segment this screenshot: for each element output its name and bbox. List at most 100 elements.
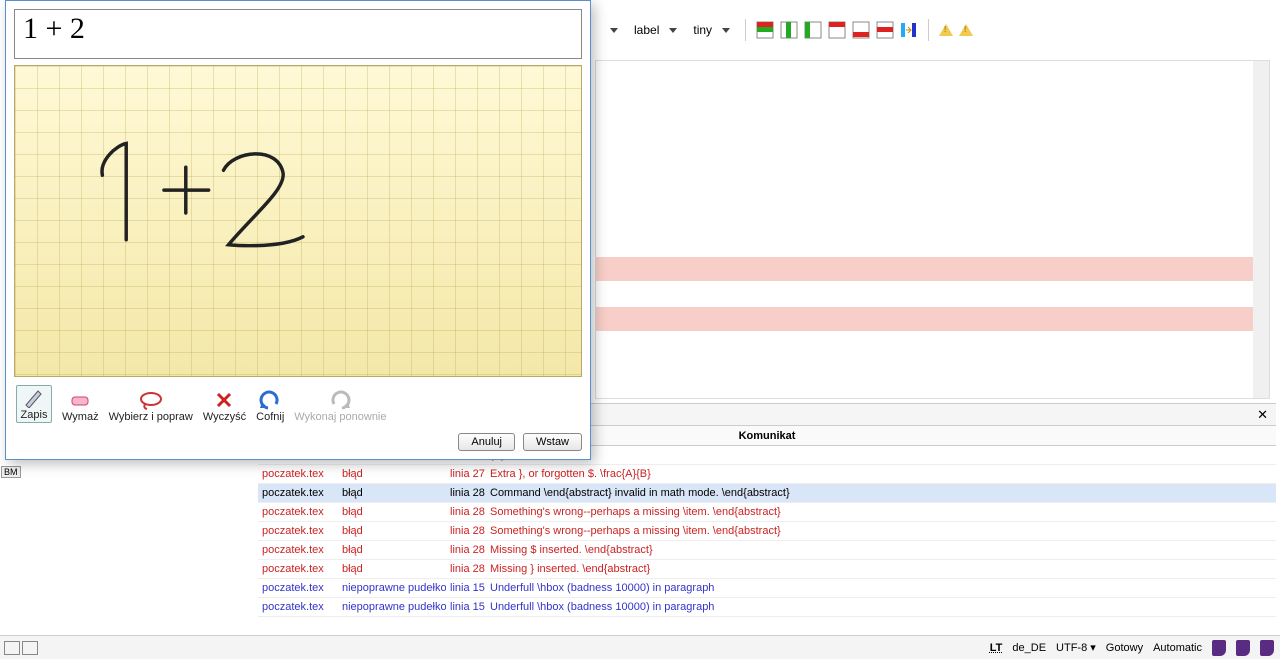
insert-button[interactable]: Wstaw [523, 433, 582, 451]
cell-msg: Underfull \hbox (badness 10000) in parag… [486, 582, 1276, 594]
toolbar-combo-size[interactable]: tiny [688, 22, 735, 38]
tool-label: Wymaż [62, 411, 99, 423]
highlight-line [596, 307, 1253, 331]
table-row[interactable]: poczatek.texbłądlinia 27Extra }, or forg… [258, 465, 1276, 484]
cell-type: niepoprawne pudełko [338, 582, 446, 594]
cell-type: błąd [338, 525, 446, 537]
warning-triangle-icon[interactable] [959, 24, 973, 36]
cell-type: błąd [338, 506, 446, 518]
layout-toggle-icon[interactable] [4, 641, 20, 655]
layout-toggle-icon[interactable] [22, 641, 38, 655]
vertical-scrollbar[interactable] [1253, 61, 1269, 398]
table-icon-3[interactable] [804, 21, 822, 39]
formula-preview: 1 + 2 [14, 9, 582, 59]
handwriting-dialog: 1 + 2 Zapis Wymaż Wybierz i popraw Wyczy… [5, 0, 591, 460]
cell-msg: Something's wrong--perhaps a missing \it… [486, 506, 1276, 518]
cell-msg: Missing } inserted. \end{abstract} [486, 563, 1276, 575]
cell-type: błąd [338, 487, 446, 499]
eraser-icon [66, 389, 94, 411]
handwriting-tool-row: Zapis Wymaż Wybierz i popraw Wyczyść Cof… [14, 383, 582, 423]
chevron-down-icon [669, 28, 677, 33]
toolbar-combo-size-text: tiny [693, 23, 712, 37]
table-row[interactable]: poczatek.texniepoprawne pudełkolinia 15U… [258, 598, 1276, 617]
cell-msg: Something's wrong--perhaps a missing \it… [486, 525, 1276, 537]
cancel-button[interactable]: Anuluj [458, 433, 515, 451]
bookmark-badge: BM [1, 466, 21, 478]
status-language[interactable]: de_DE [1012, 642, 1046, 654]
chevron-down-icon [610, 28, 618, 33]
toolbar-combo-label[interactable]: label [629, 22, 682, 38]
tool-label: Wybierz i popraw [109, 411, 193, 423]
status-auto[interactable]: Automatic [1153, 642, 1202, 654]
cell-file: poczatek.tex [258, 525, 338, 537]
warning-triangle-icon[interactable] [939, 24, 953, 36]
table-icon-4[interactable] [828, 21, 846, 39]
table-icon-2[interactable] [780, 21, 798, 39]
tool-label: Wykonaj ponownie [294, 411, 386, 423]
cell-msg: Command \end{abstract} invalid in math m… [486, 487, 1276, 499]
tool-label: Cofnij [256, 411, 284, 423]
table-icon-5[interactable] [852, 21, 870, 39]
cell-msg: Underfull \hbox (badness 10000) in parag… [486, 601, 1276, 613]
cell-line: linia 28 [446, 544, 486, 556]
columns-swap-icon[interactable] [900, 21, 918, 39]
separator [928, 19, 929, 41]
cell-type: błąd [338, 544, 446, 556]
tool-label: Zapis [21, 409, 48, 421]
cell-msg: Extra }, or forgotten $. \frac{A}{B} [486, 468, 1276, 480]
editor-area[interactable] [595, 60, 1270, 399]
cell-type: niepoprawne pudełko [338, 601, 446, 613]
bookmark-icon[interactable] [1212, 640, 1226, 656]
bookmark-icon[interactable] [1260, 640, 1274, 656]
cell-line: linia 28 [446, 487, 486, 499]
cell-line: linia 28 [446, 525, 486, 537]
table-icon-6[interactable] [876, 21, 894, 39]
status-encoding[interactable]: UTF-8 ▾ [1056, 641, 1096, 654]
cell-file: poczatek.tex [258, 506, 338, 518]
cell-type: błąd [338, 468, 446, 480]
cell-type: błąd [338, 563, 446, 575]
table-row[interactable]: poczatek.texbłądlinia 28Missing $ insert… [258, 541, 1276, 560]
cell-file: poczatek.tex [258, 468, 338, 480]
bookmark-icon[interactable] [1236, 640, 1250, 656]
toolbar-combo-1[interactable] [595, 27, 623, 34]
cell-file: poczatek.tex [258, 601, 338, 613]
table-row[interactable]: poczatek.texbłądlinia 28Something's wron… [258, 503, 1276, 522]
cell-file: poczatek.tex [258, 563, 338, 575]
tool-select-fix[interactable]: Wybierz i popraw [109, 389, 193, 423]
close-icon[interactable]: ✕ [1253, 407, 1272, 423]
tool-clear[interactable]: Wyczyść [203, 389, 246, 423]
status-bar: LT de_DE UTF-8 ▾ Gotowy Automatic [0, 635, 1280, 659]
tool-label: Wyczyść [203, 411, 246, 423]
chevron-down-icon [722, 28, 730, 33]
problems-list[interactable]: {B} poczatek.texbłądlinia 27Extra }, or f… [258, 446, 1276, 629]
cell-file: poczatek.tex [258, 487, 338, 499]
status-lt[interactable]: LT [990, 642, 1003, 654]
status-ready: Gotowy [1106, 642, 1143, 654]
cell-msg: {B} [486, 449, 1276, 461]
tool-undo[interactable]: Cofnij [256, 389, 284, 423]
undo-icon [256, 389, 284, 411]
table-row[interactable]: poczatek.texniepoprawne pudełkolinia 15U… [258, 579, 1276, 598]
top-toolbar: label tiny [595, 16, 1278, 44]
separator [745, 19, 746, 41]
table-row[interactable]: poczatek.texbłądlinia 28Something's wron… [258, 522, 1276, 541]
tool-erase[interactable]: Wymaż [62, 389, 99, 423]
table-icon-1[interactable] [756, 21, 774, 39]
cell-file: poczatek.tex [258, 544, 338, 556]
cell-line: linia 28 [446, 563, 486, 575]
toolbar-combo-label-text: label [634, 23, 659, 37]
cell-file: poczatek.tex [258, 582, 338, 594]
table-row[interactable]: poczatek.texbłądlinia 28Missing } insert… [258, 560, 1276, 579]
table-row[interactable]: poczatek.texbłądlinia 28Command \end{abs… [258, 484, 1276, 503]
redo-icon [326, 389, 354, 411]
cell-msg: Missing $ inserted. \end{abstract} [486, 544, 1276, 556]
cell-line: linia 28 [446, 506, 486, 518]
cell-line: linia 15 [446, 601, 486, 613]
tool-write[interactable]: Zapis [16, 385, 52, 423]
handwriting-pad[interactable] [14, 65, 582, 377]
clear-x-icon [210, 389, 238, 411]
pencil-icon [20, 387, 48, 409]
lasso-icon [137, 389, 165, 411]
tool-redo: Wykonaj ponownie [294, 389, 386, 423]
